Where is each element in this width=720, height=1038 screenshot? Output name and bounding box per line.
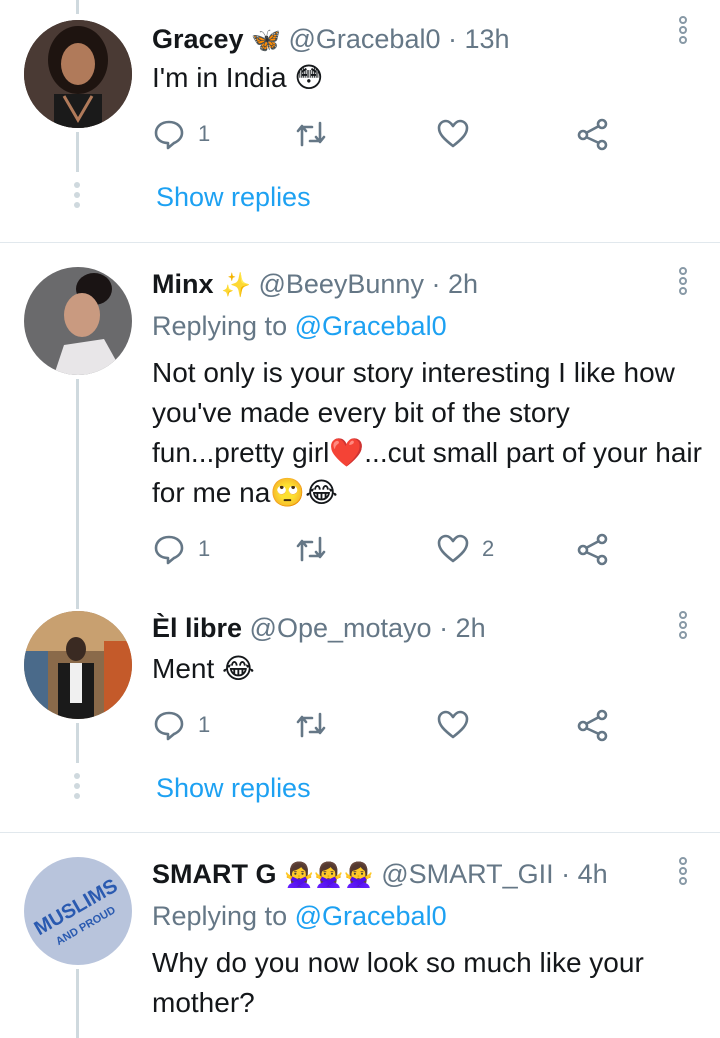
replying-to: Replying to @Gracebal0 <box>152 899 447 933</box>
share-button[interactable] <box>576 705 610 745</box>
thread-line <box>76 379 79 583</box>
heart-icon <box>437 710 469 739</box>
timestamp[interactable]: · 13h <box>448 24 510 54</box>
name-emoji: 🦋 <box>251 26 281 54</box>
timestamp[interactable]: · 2h <box>439 613 486 643</box>
replying-prefix: Replying to <box>152 311 288 341</box>
tweet-text: I'm in India 😳 <box>152 62 324 93</box>
show-replies-link[interactable]: Show replies <box>156 773 311 804</box>
share-icon <box>577 118 608 151</box>
tweet-3[interactable]: Èl libre @Ope_motayo · 2h Ment 😂 1 Show … <box>0 583 720 832</box>
reply-count: 1 <box>198 121 211 146</box>
timestamp[interactable]: · 4h <box>561 859 608 889</box>
tweet-text: Ment 😂 <box>152 653 255 684</box>
thread-line <box>76 723 79 763</box>
retweet-icon <box>296 536 326 562</box>
like-button[interactable] <box>436 114 470 154</box>
reply-icon <box>154 120 184 150</box>
more-options-icon[interactable] <box>676 16 690 48</box>
tweet-header: Èl libre @Ope_motayo · 2h <box>152 611 486 645</box>
avatar[interactable] <box>24 267 132 375</box>
thread-line <box>76 583 79 609</box>
reply-button[interactable]: 1 <box>152 705 210 745</box>
thread-dots <box>74 182 80 212</box>
tweet-actions: 1 <box>152 114 632 154</box>
handle[interactable]: @Ope_motayo <box>250 613 432 643</box>
tweet-header: Gracey 🦋 @Gracebal0 · 13h <box>152 22 510 57</box>
replying-to: Replying to @Gracebal0 <box>152 309 447 343</box>
avatar[interactable]: MUSLIMS AND PROUD <box>24 857 132 965</box>
like-button[interactable]: 2 <box>436 529 494 569</box>
display-name[interactable]: Minx <box>152 269 214 299</box>
tweet-header: Minx ✨ @BeeyBunny · 2h <box>152 267 478 302</box>
tweet-actions: 1 <box>152 705 632 745</box>
more-options-icon[interactable] <box>676 857 690 889</box>
reply-icon <box>154 711 184 741</box>
avatar[interactable] <box>24 611 132 719</box>
replying-prefix: Replying to <box>152 901 288 931</box>
tweet-actions: 1 2 <box>152 529 632 569</box>
tweet-1[interactable]: Gracey 🦋 @Gracebal0 · 13h I'm in India 😳… <box>0 0 720 242</box>
reply-count: 1 <box>198 536 211 561</box>
handle[interactable]: @Gracebal0 <box>289 24 441 54</box>
share-button[interactable] <box>576 529 610 569</box>
tweet-2[interactable]: Minx ✨ @BeeyBunny · 2h Replying to @Grac… <box>0 243 720 583</box>
tweet-header: SMART G 🙅‍♀️🙅‍♀️🙅‍♀️ @SMART_GII · 4h <box>152 857 608 892</box>
replying-handle[interactable]: @Gracebal0 <box>295 901 447 931</box>
name-emoji: ✨ <box>221 271 251 299</box>
timestamp[interactable]: · 2h <box>431 269 478 299</box>
display-name[interactable]: Èl libre <box>152 613 242 643</box>
retweet-icon <box>296 121 326 147</box>
replying-handle[interactable]: @Gracebal0 <box>295 311 447 341</box>
like-count: 2 <box>482 536 495 561</box>
retweet-button[interactable] <box>294 705 328 745</box>
handle[interactable]: @SMART_GII <box>381 859 553 889</box>
reply-button[interactable]: 1 <box>152 529 210 569</box>
display-name[interactable]: Gracey <box>152 24 244 54</box>
tweet-text: Why do you now look so much like your mo… <box>152 947 644 1018</box>
handle[interactable]: @BeeyBunny <box>258 269 424 299</box>
share-button[interactable] <box>576 114 610 154</box>
more-options-icon[interactable] <box>676 267 690 299</box>
thread-line <box>76 132 79 172</box>
share-icon <box>577 709 608 742</box>
thread-line <box>76 0 79 14</box>
show-replies-link[interactable]: Show replies <box>156 182 311 213</box>
name-emoji: 🙅‍♀️🙅‍♀️🙅‍♀️ <box>284 861 374 889</box>
tweet-4[interactable]: MUSLIMS AND PROUD SMART G 🙅‍♀️🙅‍♀️🙅‍♀️ @… <box>0 833 720 1038</box>
display-name[interactable]: SMART G <box>152 859 277 889</box>
retweet-icon <box>296 712 326 738</box>
retweet-button[interactable] <box>294 529 328 569</box>
thread-line <box>76 969 79 1038</box>
retweet-button[interactable] <box>294 114 328 154</box>
heart-icon <box>437 119 469 148</box>
reply-icon <box>154 535 184 565</box>
share-icon <box>577 533 608 566</box>
reply-count: 1 <box>198 712 211 737</box>
more-options-icon[interactable] <box>676 611 690 643</box>
like-button[interactable] <box>436 705 470 745</box>
thread-dots <box>74 773 80 803</box>
tweet-text: Not only is your story interesting I lik… <box>152 357 702 508</box>
avatar[interactable] <box>24 20 132 128</box>
reply-button[interactable]: 1 <box>152 114 210 154</box>
heart-icon <box>437 534 469 563</box>
